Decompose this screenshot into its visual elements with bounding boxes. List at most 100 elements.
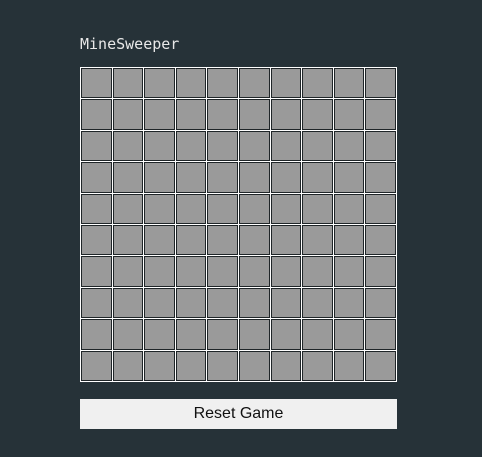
board-cell[interactable] <box>302 287 333 319</box>
board-cell[interactable] <box>365 162 396 193</box>
board-cell[interactable] <box>365 319 396 350</box>
board-cell[interactable] <box>302 319 333 350</box>
board-cell[interactable] <box>302 224 333 256</box>
board-cell[interactable] <box>365 68 396 99</box>
board-cell[interactable] <box>207 287 238 319</box>
board-cell[interactable] <box>175 224 207 256</box>
board-cell[interactable] <box>207 224 238 256</box>
board-cell[interactable] <box>333 319 365 350</box>
board-cell[interactable] <box>333 287 365 319</box>
board-cell[interactable] <box>365 287 396 319</box>
board-cell[interactable] <box>239 287 270 319</box>
board-cell[interactable] <box>207 256 238 287</box>
board-cell[interactable] <box>239 193 270 224</box>
board-cell[interactable] <box>270 319 302 350</box>
board-cell[interactable] <box>333 99 365 130</box>
board-cell[interactable] <box>270 256 302 287</box>
board-cell[interactable] <box>239 68 270 99</box>
board-cell[interactable] <box>333 193 365 224</box>
board-cell[interactable] <box>112 99 144 130</box>
board-cell[interactable] <box>144 350 175 381</box>
board-cell[interactable] <box>365 350 396 381</box>
board-cell[interactable] <box>207 193 238 224</box>
board-cell[interactable] <box>239 162 270 193</box>
board-cell[interactable] <box>81 319 112 350</box>
board-cell[interactable] <box>270 130 302 162</box>
board-cell[interactable] <box>302 350 333 381</box>
board-cell[interactable] <box>270 350 302 381</box>
board-cell[interactable] <box>239 319 270 350</box>
board-cell[interactable] <box>144 287 175 319</box>
board-cell[interactable] <box>365 193 396 224</box>
board-cell[interactable] <box>302 99 333 130</box>
board-cell[interactable] <box>112 350 144 381</box>
board-cell[interactable] <box>112 256 144 287</box>
board-cell[interactable] <box>112 224 144 256</box>
board-cell[interactable] <box>144 224 175 256</box>
board-cell[interactable] <box>144 162 175 193</box>
board-cell[interactable] <box>81 99 112 130</box>
board-cell[interactable] <box>302 256 333 287</box>
board-cell[interactable] <box>175 130 207 162</box>
board-cell[interactable] <box>81 130 112 162</box>
board-cell[interactable] <box>144 256 175 287</box>
board-cell[interactable] <box>112 162 144 193</box>
board-cell[interactable] <box>81 68 112 99</box>
board-cell[interactable] <box>175 162 207 193</box>
board-cell[interactable] <box>175 256 207 287</box>
board-cell[interactable] <box>270 193 302 224</box>
board-cell[interactable] <box>239 224 270 256</box>
board-cell[interactable] <box>302 162 333 193</box>
board-cell[interactable] <box>175 319 207 350</box>
board-cell[interactable] <box>207 68 238 99</box>
board-cell[interactable] <box>144 99 175 130</box>
board-cell[interactable] <box>81 287 112 319</box>
board-cell[interactable] <box>239 256 270 287</box>
board-cell[interactable] <box>270 287 302 319</box>
board-cell[interactable] <box>144 319 175 350</box>
board-cell[interactable] <box>333 68 365 99</box>
board-cell[interactable] <box>365 99 396 130</box>
board-cell[interactable] <box>333 162 365 193</box>
board-cell[interactable] <box>302 193 333 224</box>
board-cell[interactable] <box>365 224 396 256</box>
board-cell[interactable] <box>207 162 238 193</box>
board-cell[interactable] <box>81 224 112 256</box>
board-cell[interactable] <box>81 256 112 287</box>
board-cell[interactable] <box>239 99 270 130</box>
board-cell[interactable] <box>112 287 144 319</box>
board-cell[interactable] <box>239 130 270 162</box>
board-cell[interactable] <box>81 162 112 193</box>
board-cell[interactable] <box>270 162 302 193</box>
board-cell[interactable] <box>207 319 238 350</box>
board-cell[interactable] <box>365 256 396 287</box>
board-cell[interactable] <box>175 193 207 224</box>
board-cell[interactable] <box>112 130 144 162</box>
board-cell[interactable] <box>112 68 144 99</box>
board-cell[interactable] <box>207 99 238 130</box>
board-cell[interactable] <box>239 350 270 381</box>
board-cell[interactable] <box>81 193 112 224</box>
board-cell[interactable] <box>270 68 302 99</box>
board-cell[interactable] <box>333 350 365 381</box>
board-cell[interactable] <box>302 68 333 99</box>
board-cell[interactable] <box>207 350 238 381</box>
board-cell[interactable] <box>144 193 175 224</box>
reset-game-button[interactable]: Reset Game <box>80 399 397 429</box>
board-cell[interactable] <box>175 99 207 130</box>
board-cell[interactable] <box>270 224 302 256</box>
board-cell[interactable] <box>175 350 207 381</box>
board-cell[interactable] <box>81 350 112 381</box>
board-cell[interactable] <box>144 68 175 99</box>
board-cell[interactable] <box>175 287 207 319</box>
board-cell[interactable] <box>144 130 175 162</box>
board-cell[interactable] <box>175 68 207 99</box>
board-cell[interactable] <box>270 99 302 130</box>
board-cell[interactable] <box>333 256 365 287</box>
board-cell[interactable] <box>112 319 144 350</box>
board-cell[interactable] <box>365 130 396 162</box>
board-cell[interactable] <box>302 130 333 162</box>
board-cell[interactable] <box>333 130 365 162</box>
board-cell[interactable] <box>333 224 365 256</box>
board-cell[interactable] <box>112 193 144 224</box>
